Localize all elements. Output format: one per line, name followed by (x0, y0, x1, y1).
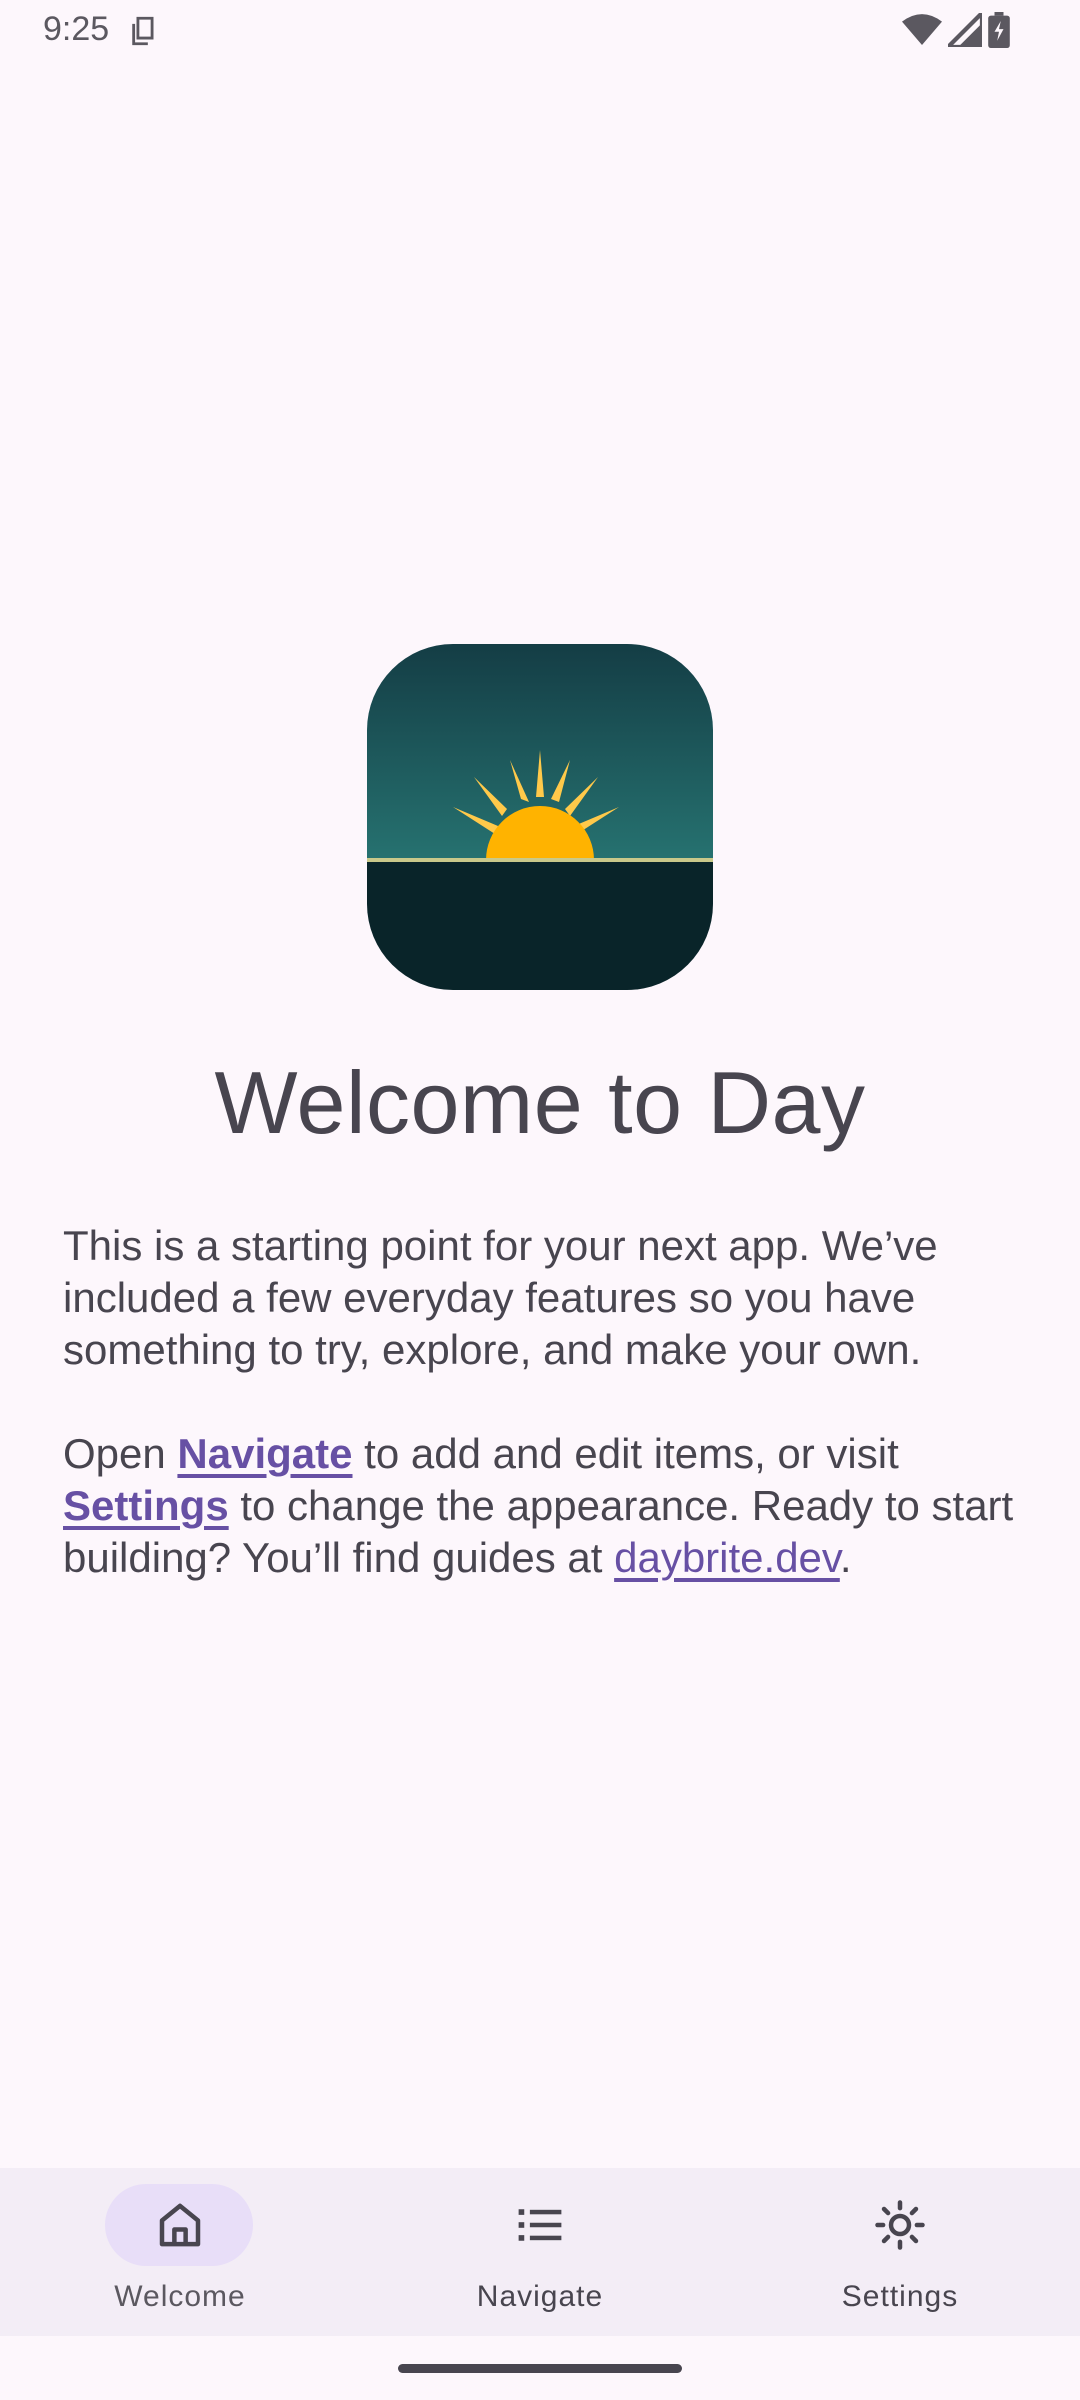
wifi-icon (902, 14, 942, 45)
nav-label-welcome: Welcome (114, 2280, 246, 2313)
intro-paragraph: This is a starting point for your next a… (63, 1222, 938, 1373)
nav-item-navigate[interactable]: Navigate (360, 2168, 720, 2336)
page-title: Welcome to Day (214, 1053, 866, 1152)
website-link[interactable]: daybrite.dev (614, 1534, 840, 1581)
navigate-link[interactable]: Navigate (177, 1430, 352, 1477)
settings-link[interactable]: Settings (63, 1482, 229, 1529)
sim-card-icon (132, 16, 154, 46)
nav-item-welcome[interactable]: Welcome (0, 2168, 360, 2336)
status-bar: 9:25 (0, 0, 1080, 64)
sunrise-logo-icon (367, 644, 713, 990)
battery-icon (988, 12, 1010, 48)
list-icon (518, 2209, 562, 2241)
nav-label-navigate: Navigate (476, 2280, 604, 2313)
intro-text: . (839, 1534, 852, 1581)
nav-label-settings: Settings (841, 2280, 959, 2313)
home-icon (159, 2203, 201, 2247)
signal-icon (948, 13, 982, 47)
instructions-paragraph: Open Navigate to add and edit items, or … (63, 1428, 1023, 1584)
status-icons (902, 10, 1010, 50)
status-time: 9:25 (43, 10, 110, 48)
intro-text: to add and edit items, or visit (352, 1430, 899, 1477)
intro-text: Open (63, 1430, 178, 1477)
home-gesture-bar[interactable] (398, 2364, 682, 2373)
nav-item-settings[interactable]: Settings (720, 2168, 1080, 2336)
bottom-navigation: Welcome Navigate Settings (0, 2168, 1080, 2336)
sun-icon (875, 2200, 925, 2250)
